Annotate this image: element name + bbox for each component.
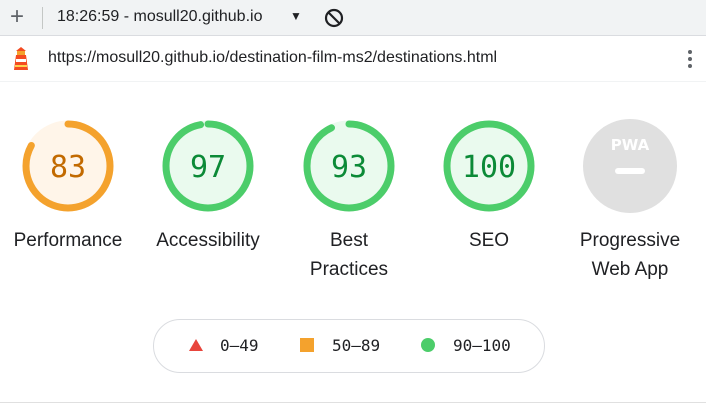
gauge-accessibility[interactable]: 97 Accessibility [138,118,278,255]
dash-icon [615,168,645,174]
gauge-ring: 93 [303,120,395,212]
gauge-ring: 83 [22,120,114,212]
pwa-badge: PWA [611,136,650,154]
gauge-label-line: SEO [468,230,510,251]
gauge-score: 83 [50,150,86,185]
gauge-label-line: Accessibility [156,230,260,251]
gauge-label-line: Performance [13,230,123,251]
score-legend: 0–49 50–89 90–100 [153,319,545,373]
toolbar-divider [42,7,43,29]
legend-range: 0–49 [220,336,259,355]
gauge-ring: PWA [583,119,677,213]
gauge-pwa[interactable]: PWA Progressive Web App [560,118,700,284]
circle-icon [421,338,435,352]
triangle-icon [189,339,203,351]
legend-range: 90–100 [453,336,511,355]
gauge-label-line: Progressive [579,230,681,251]
gauge-score: 100 [462,150,516,185]
gauge-best-practices[interactable]: 93 Best Practices [279,118,419,284]
browser-toolbar: + 18:26:59 - mosull20.github.io ▼ [0,0,706,36]
divider [0,402,706,403]
gauge-label: Performance [0,226,138,255]
url-bar: https://mosull20.github.io/destination-f… [0,36,706,82]
block-icon[interactable] [324,8,344,28]
legend-range: 50–89 [332,336,381,355]
square-icon [300,338,314,352]
new-tab-icon[interactable]: + [6,3,28,31]
gauge-ring: 100 [443,120,535,212]
gauge-ring: 97 [162,120,254,212]
gauge-seo[interactable]: 100 SEO [419,118,559,255]
gauge-label: SEO [419,226,559,255]
gauge-score: 97 [190,150,226,185]
chevron-down-icon[interactable]: ▼ [290,9,302,23]
gauge-label: Accessibility [138,226,278,255]
gauge-performance[interactable]: 83 Performance [0,118,138,255]
gauge-score: 93 [331,150,367,185]
url-text[interactable]: https://mosull20.github.io/destination-f… [48,49,497,67]
report-title[interactable]: 18:26:59 - mosull20.github.io [57,8,262,26]
gauge-label-line: Best [329,230,369,251]
gauge-label-line: Practices [309,259,389,280]
more-options-icon[interactable] [680,48,700,72]
lighthouse-icon [14,47,28,70]
gauge-label: Best Practices [279,226,419,284]
gauge-label: Progressive Web App [560,226,700,284]
gauge-label-line: Web App [591,259,669,280]
